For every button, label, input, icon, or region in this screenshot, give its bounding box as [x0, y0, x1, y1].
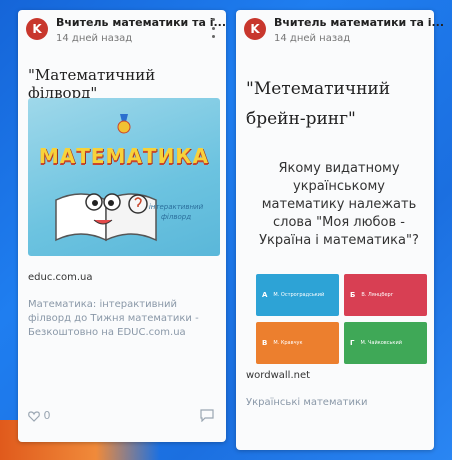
answer-tile-d[interactable]: Г М. Чайковський — [344, 322, 427, 364]
more-options-icon[interactable] — [208, 18, 218, 38]
answer-label: В. Лянцберг — [361, 292, 394, 298]
post-title: "Метематичний брейн-ринг" — [246, 79, 391, 129]
author-avatar[interactable]: K — [244, 18, 266, 40]
like-button[interactable]: 0 — [28, 409, 51, 422]
author-avatar[interactable]: K — [26, 18, 48, 40]
answer-letter: В — [262, 339, 268, 347]
author-name[interactable]: Вчитель математики та і... — [274, 16, 444, 29]
like-count: 0 — [43, 409, 51, 422]
post-card-filvord[interactable]: K Вчитель математики та і... 14 дней наз… — [18, 10, 226, 442]
post-description: Математика: інтерактивний філворд до Тиж… — [28, 299, 199, 338]
preview-image[interactable]: МАТЕМАТИКА інтерактивний філворд — [28, 98, 220, 256]
post-header: K Вчитель математики та і... 14 дней наз… — [26, 16, 226, 50]
answer-letter: Г — [350, 339, 355, 347]
author-name[interactable]: Вчитель математики та і... — [56, 16, 226, 29]
quiz-answer-preview[interactable]: A М. Остроградський Б В. Лянцберг В М. К… — [256, 274, 428, 366]
post-title: "Математичний філворд" — [28, 66, 156, 102]
post-time: 14 дней назад — [56, 33, 133, 44]
answer-letter: A — [262, 291, 268, 299]
answer-letter: Б — [350, 291, 356, 299]
preview-heading: МАТЕМАТИКА — [38, 144, 210, 168]
answer-tile-c[interactable]: В М. Кравчук — [256, 322, 339, 364]
post-card-brain-ring[interactable]: K Вчитель математики та і... 14 дней наз… — [236, 10, 444, 450]
source-link[interactable]: educ.com.ua — [28, 272, 93, 283]
preview-subtitle: інтерактивний філворд — [148, 203, 204, 221]
heart-icon — [28, 410, 40, 422]
quiz-question: Якому видатному українському математику … — [259, 161, 419, 248]
source-link[interactable]: wordwall.net — [246, 370, 310, 381]
answer-tile-b[interactable]: Б В. Лянцберг — [344, 274, 427, 316]
medal-icon — [117, 114, 131, 134]
answer-label: М. Чайковський — [360, 340, 402, 346]
answer-tile-a[interactable]: A М. Остроградський — [256, 274, 339, 316]
answer-label: М. Остроградський — [273, 292, 325, 298]
post-time: 14 дней назад — [274, 33, 351, 44]
comment-icon[interactable] — [200, 409, 214, 422]
post-header: K Вчитель математики та і... 14 дней наз… — [244, 16, 444, 50]
post-description: Українські математики — [246, 397, 368, 408]
answer-label: М. Кравчук — [273, 340, 303, 346]
